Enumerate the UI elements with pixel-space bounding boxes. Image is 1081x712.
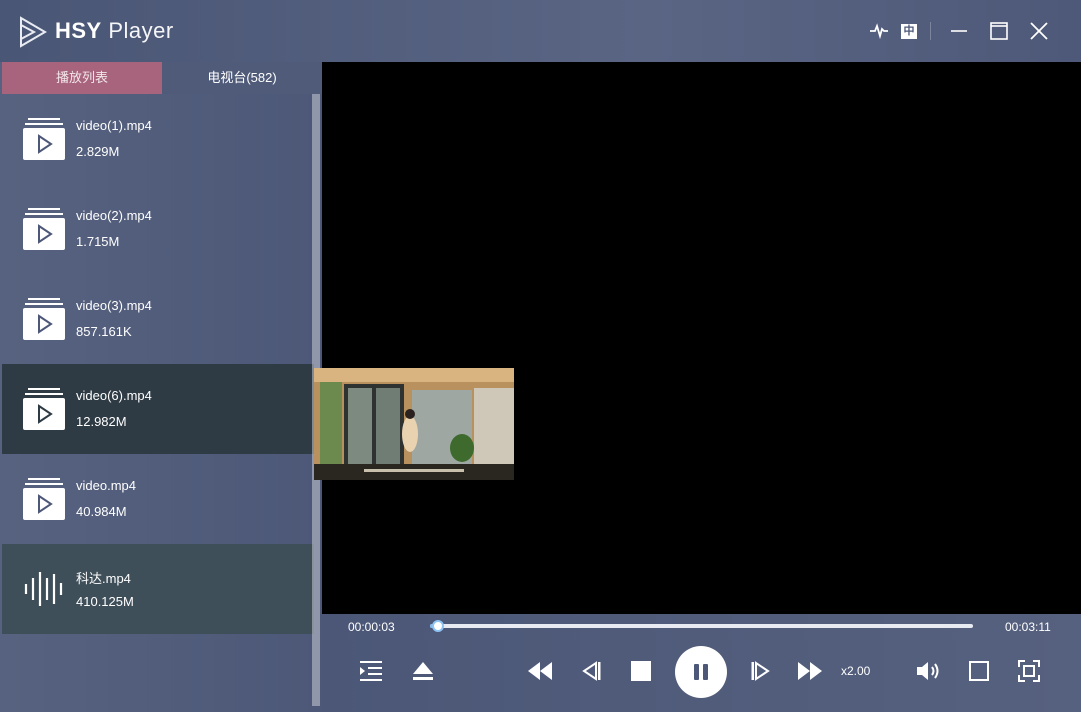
preview-thumbnail [314, 368, 514, 480]
fullscreen-icon[interactable] [1016, 658, 1042, 684]
maximize-icon[interactable] [986, 18, 1012, 44]
rewind-icon[interactable] [526, 658, 554, 684]
video-area[interactable] [322, 62, 1081, 614]
sidebar-tabs: 播放列表 电视台(582) [2, 62, 322, 94]
item-name: video.mp4 [76, 478, 136, 493]
lang-label: 中 [901, 23, 917, 39]
app-title: HSY Player [55, 18, 174, 44]
tab-playlist[interactable]: 播放列表 [2, 62, 162, 94]
item-name: video(3).mp4 [76, 298, 152, 313]
preview-scene [314, 368, 514, 480]
video-file-icon [23, 388, 65, 430]
list-item[interactable]: video(1).mp4 2.829M [2, 94, 314, 184]
fast-forward-icon[interactable] [796, 658, 824, 684]
waveform-icon[interactable] [866, 18, 892, 44]
playlist-sidebar: 播放列表 电视台(582) video(1).mp4 2.829M video(… [0, 62, 322, 712]
video-file-icon [23, 118, 65, 160]
total-time: 00:03:11 [1005, 620, 1051, 634]
item-size: 12.982M [76, 414, 127, 429]
list-item[interactable]: video(2).mp4 1.715M [2, 184, 314, 274]
audio-wave-icon [24, 572, 63, 606]
close-icon[interactable] [1026, 18, 1052, 44]
next-frame-icon[interactable] [748, 658, 774, 684]
titlebar-divider [930, 22, 931, 40]
progress-handle[interactable] [432, 620, 445, 632]
item-size: 40.984M [76, 504, 127, 519]
app-title-rest: Player [101, 18, 174, 43]
video-file-icon [23, 478, 65, 520]
list-item[interactable]: video(3).mp4 857.161K [2, 274, 314, 364]
pause-icon [694, 664, 708, 680]
chinese-language-icon[interactable]: 中 [896, 18, 922, 44]
playlist-toggle-icon[interactable] [358, 658, 384, 684]
minimize-icon[interactable] [946, 18, 972, 44]
control-bar: 00:00:03 00:03:11 x2.00 [322, 614, 1081, 712]
list-item-selected[interactable]: video(6).mp4 12.982M [2, 364, 314, 454]
player-window: HSY Player 中 播放列表 电视台(582) video(1).mp4 … [0, 0, 1081, 712]
item-size: 1.715M [76, 234, 120, 249]
item-size: 2.829M [76, 144, 120, 159]
app-logo-icon [20, 16, 47, 48]
pause-button[interactable] [675, 646, 727, 698]
item-size: 857.161K [76, 324, 132, 339]
video-file-icon [23, 298, 65, 340]
list-item[interactable]: video.mp4 40.984M [2, 454, 314, 544]
eject-icon[interactable] [410, 658, 436, 684]
playback-speed[interactable]: x2.00 [841, 664, 870, 678]
item-size: 410.125M [76, 594, 134, 609]
app-title-bold: HSY [55, 18, 102, 43]
volume-icon[interactable] [914, 658, 944, 684]
list-item-playing[interactable]: 科达.mp4 410.125M [2, 544, 314, 634]
tab-tv-stations[interactable]: 电视台(582) [162, 62, 322, 94]
item-name: video(1).mp4 [76, 118, 152, 133]
window-mode-icon[interactable] [966, 658, 992, 684]
item-name: 科达.mp4 [76, 571, 131, 586]
item-name: video(6).mp4 [76, 388, 152, 403]
current-time: 00:00:03 [348, 620, 395, 634]
video-file-icon [23, 208, 65, 250]
previous-frame-icon[interactable] [578, 658, 604, 684]
playlist: video(1).mp4 2.829M video(2).mp4 1.715M [2, 94, 314, 634]
item-name: video(2).mp4 [76, 208, 152, 223]
stop-icon[interactable] [628, 658, 654, 684]
progress-track[interactable] [430, 620, 973, 632]
title-bar[interactable]: HSY Player 中 [0, 0, 1081, 62]
